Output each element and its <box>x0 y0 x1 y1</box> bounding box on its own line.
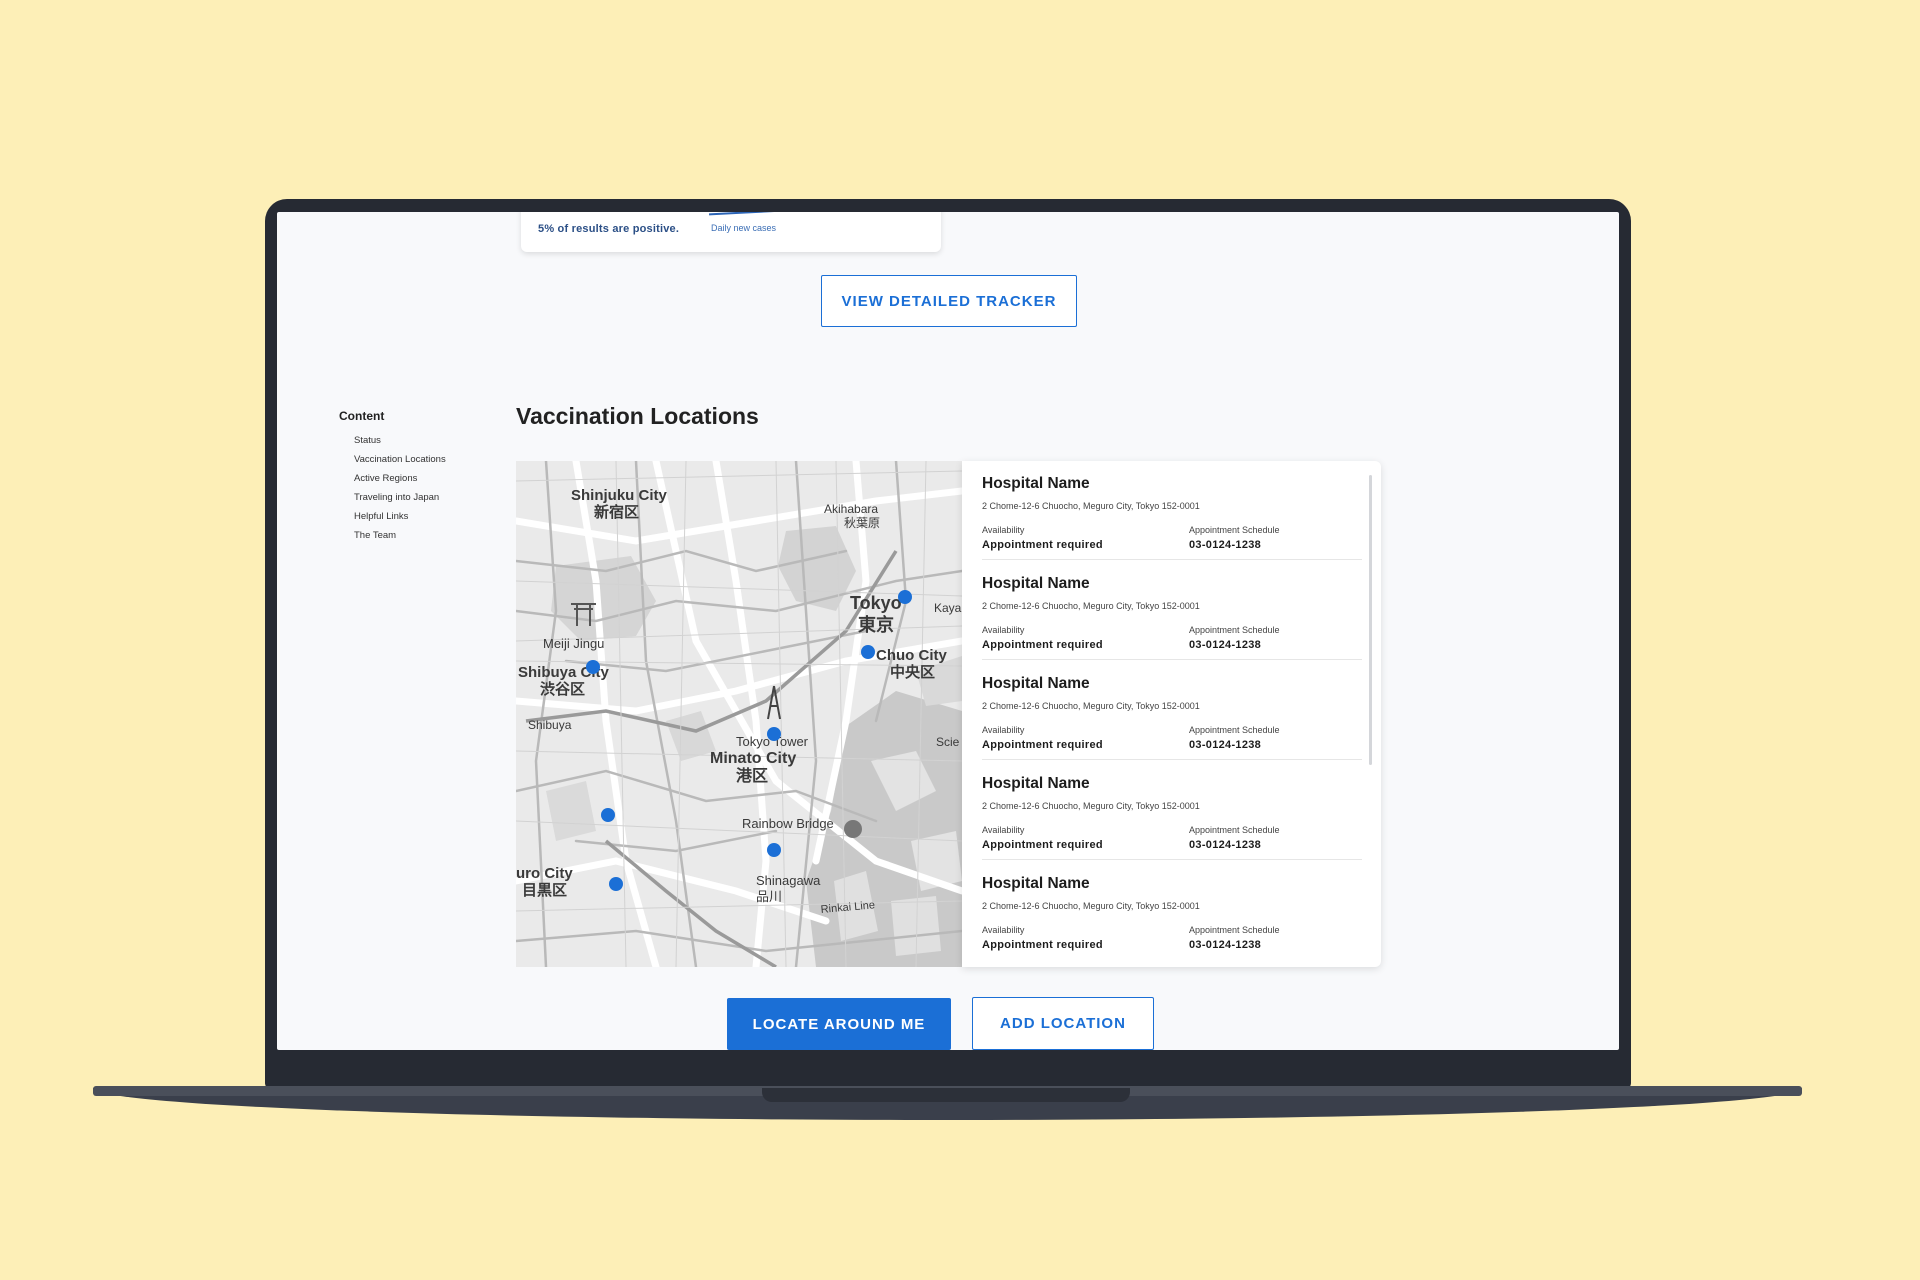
toc-item-team[interactable]: The Team <box>354 526 446 545</box>
map-label-meguro: uro City <box>516 865 573 882</box>
map-label-meiji: Meiji Jingu <box>543 636 604 651</box>
laptop-frame: 5% of results are positive. Daily new ca… <box>265 199 1631 1089</box>
section-title: Vaccination Locations <box>516 403 759 429</box>
map-label-scie: Scie <box>936 735 960 749</box>
map-label-shibuya: Shibuya <box>528 718 572 732</box>
content-nav-title: Content <box>339 409 385 423</box>
toc-item-traveling[interactable]: Traveling into Japan <box>354 488 446 507</box>
availability-value: Appointment required <box>982 839 1103 851</box>
availability-label: Availability <box>982 825 1025 835</box>
hospital-address: 2 Chome-12-6 Chuocho, Meguro City, Tokyo… <box>982 701 1200 711</box>
map-label-akihabara: Akihabara <box>824 502 878 516</box>
availability-label: Availability <box>982 925 1025 935</box>
locate-around-me-button[interactable]: LOCATE AROUND ME <box>727 998 951 1050</box>
hospital-list-item[interactable]: Hospital Name 2 Chome-12-6 Chuocho, Megu… <box>982 761 1362 860</box>
availability-value: Appointment required <box>982 939 1103 951</box>
daily-cases-label: Daily new cases <box>711 223 777 233</box>
hospital-name: Hospital Name <box>982 575 1090 592</box>
schedule-phone[interactable]: 03-0124-1238 <box>1189 739 1261 751</box>
schedule-label: Appointment Schedule <box>1189 825 1280 835</box>
map-marker[interactable] <box>767 843 781 857</box>
availability-value: Appointment required <box>982 539 1103 551</box>
map-label-chuo-jp: 中央区 <box>890 663 935 681</box>
hospital-name: Hospital Name <box>982 675 1090 692</box>
map-label-minato: Minato City <box>710 750 796 767</box>
hospital-address: 2 Chome-12-6 Chuocho, Meguro City, Tokyo… <box>982 501 1200 511</box>
availability-label: Availability <box>982 525 1025 535</box>
hospital-address: 2 Chome-12-6 Chuocho, Meguro City, Tokyo… <box>982 601 1200 611</box>
map-marker[interactable] <box>898 590 912 604</box>
map-label-minato-jp: 港区 <box>736 766 768 785</box>
map-marker[interactable] <box>601 808 615 822</box>
schedule-phone[interactable]: 03-0124-1238 <box>1189 639 1261 651</box>
availability-label: Availability <box>982 725 1025 735</box>
trend-line <box>709 212 801 216</box>
toc-item-helpful-links[interactable]: Helpful Links <box>354 507 446 526</box>
hospital-address: 2 Chome-12-6 Chuocho, Meguro City, Tokyo… <box>982 901 1200 911</box>
hospital-name: Hospital Name <box>982 775 1090 792</box>
schedule-label: Appointment Schedule <box>1189 925 1280 935</box>
map-label-rainbow: Rainbow Bridge <box>742 816 834 831</box>
map-marker[interactable] <box>767 727 781 741</box>
map-label-chuo: Chuo City <box>876 647 947 664</box>
list-scrollbar[interactable] <box>1369 475 1372 765</box>
map-label-shinjuku: Shinjuku City <box>571 487 667 504</box>
map-label-shinagawa-jp: 品川 <box>756 889 782 904</box>
toc-item-status[interactable]: Status <box>354 431 446 450</box>
hospital-list[interactable]: Hospital Name 2 Chome-12-6 Chuocho, Megu… <box>962 461 1381 967</box>
map-view[interactable]: Shinjuku City 新宿区 Akihabara 秋葉原 Tokyo 東京… <box>516 461 962 967</box>
laptop-notch <box>762 1088 1130 1102</box>
schedule-label: Appointment Schedule <box>1189 725 1280 735</box>
map-label-tokyo-jp: 東京 <box>858 614 894 635</box>
availability-value: Appointment required <box>982 739 1103 751</box>
hospital-list-item[interactable]: Hospital Name 2 Chome-12-6 Chuocho, Megu… <box>982 661 1362 760</box>
availability-value: Appointment required <box>982 639 1103 651</box>
map-label-akihabara-jp: 秋葉原 <box>844 516 880 530</box>
map-label-tokyo: Tokyo <box>850 593 902 613</box>
schedule-phone[interactable]: 03-0124-1238 <box>1189 839 1261 851</box>
map-label-shibuya-jp: 渋谷区 <box>540 680 585 698</box>
hospital-name: Hospital Name <box>982 475 1090 492</box>
hospital-list-item[interactable]: Hospital Name 2 Chome-12-6 Chuocho, Megu… <box>982 561 1362 660</box>
hospital-list-item[interactable]: Hospital Name 2 Chome-12-6 Chuocho, Megu… <box>982 461 1362 560</box>
poi-icon <box>844 820 862 838</box>
map-canvas: Shinjuku City 新宿区 Akihabara 秋葉原 Tokyo 東京… <box>516 461 962 967</box>
availability-label: Availability <box>982 625 1025 635</box>
stats-card: 5% of results are positive. Daily new ca… <box>521 212 941 252</box>
map-marker[interactable] <box>609 877 623 891</box>
toc-item-vaccination-locations[interactable]: Vaccination Locations <box>354 450 446 469</box>
schedule-phone[interactable]: 03-0124-1238 <box>1189 539 1261 551</box>
positive-rate-text: 5% of results are positive. <box>538 223 680 235</box>
schedule-phone[interactable]: 03-0124-1238 <box>1189 939 1261 951</box>
hospital-list-item[interactable]: Hospital Name 2 Chome-12-6 Chuocho, Megu… <box>982 861 1362 960</box>
hospital-name: Hospital Name <box>982 875 1090 892</box>
map-label-shinagawa: Shinagawa <box>756 873 821 888</box>
map-marker[interactable] <box>861 645 875 659</box>
map-label-kaya: Kaya <box>934 601 962 615</box>
hospital-address: 2 Chome-12-6 Chuocho, Meguro City, Tokyo… <box>982 801 1200 811</box>
view-tracker-button[interactable]: VIEW DETAILED TRACKER <box>821 275 1077 327</box>
map-label-meguro-jp: 目黒区 <box>522 882 567 899</box>
add-location-button[interactable]: ADD LOCATION <box>972 997 1154 1050</box>
map-label-shinjuku-jp: 新宿区 <box>594 503 639 521</box>
schedule-label: Appointment Schedule <box>1189 525 1280 535</box>
browser-viewport: 5% of results are positive. Daily new ca… <box>277 212 1619 1050</box>
content-nav: Content Status Vaccination Locations Act… <box>339 409 446 545</box>
schedule-label: Appointment Schedule <box>1189 625 1280 635</box>
map-marker[interactable] <box>586 660 600 674</box>
toc-item-active-regions[interactable]: Active Regions <box>354 469 446 488</box>
